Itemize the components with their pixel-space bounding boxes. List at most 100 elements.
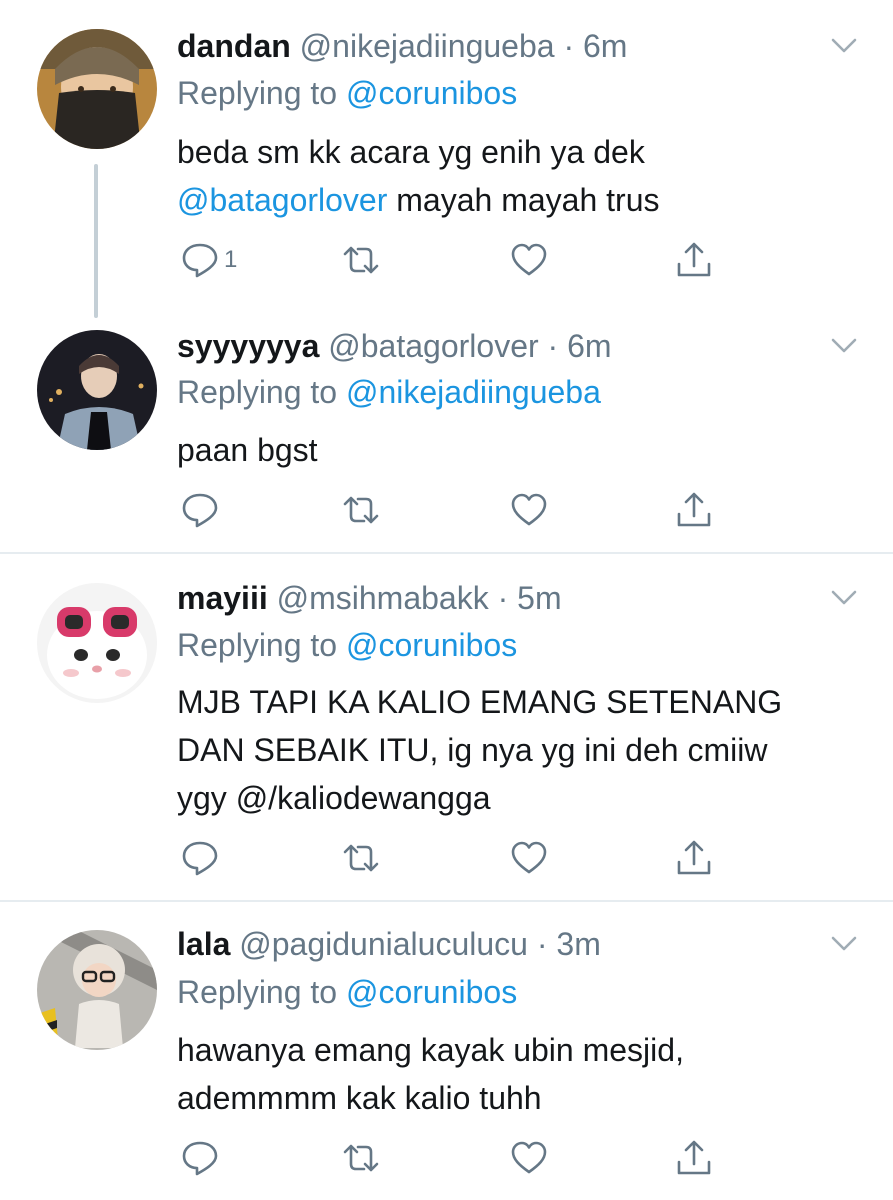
retweet-icon <box>343 496 379 524</box>
reply-icon <box>182 243 218 278</box>
tweet-actions <box>177 1136 737 1180</box>
tweet-text-line: beda sm kk acara yg enih ya dek <box>177 134 645 170</box>
tweet-header: syyyyyya @batagorlover · 6m <box>177 326 612 366</box>
replying-prefix: Replying to <box>177 75 338 111</box>
tweet-text-line: @batagorlover mayah mayah trus <box>177 176 857 224</box>
share-icon <box>677 492 711 527</box>
separator-dot: · <box>563 28 575 64</box>
replying-prefix: Replying to <box>177 627 338 663</box>
retweet-button[interactable] <box>341 238 381 282</box>
chevron-down-icon[interactable] <box>831 936 857 952</box>
reply-button[interactable] <box>180 1136 220 1180</box>
tweet-3[interactable]: mayiii @msihmabakk · 5m Replying to @cor… <box>0 554 893 900</box>
user-handle[interactable]: @batagorlover <box>328 328 538 364</box>
avatar[interactable] <box>37 930 157 1050</box>
reply-button[interactable]: 1 <box>180 238 237 282</box>
retweet-icon <box>343 1144 379 1172</box>
share-icon <box>677 840 711 875</box>
mention-link[interactable]: @batagorlover <box>177 182 387 218</box>
like-button[interactable] <box>509 488 549 532</box>
like-button[interactable] <box>509 238 549 282</box>
tweet-actions: 1 <box>177 238 737 282</box>
separator-dot: · <box>497 580 509 616</box>
avatar-syyyyyya <box>37 330 157 450</box>
tweet-text: paan bgst <box>177 426 857 474</box>
avatar[interactable] <box>37 583 157 703</box>
heart-icon <box>511 493 547 526</box>
retweet-button[interactable] <box>341 488 381 532</box>
retweet-button[interactable] <box>341 836 381 880</box>
replying-to: Replying to @nikejadiingueba <box>177 372 601 412</box>
chevron-down-icon[interactable] <box>831 590 857 606</box>
share-icon <box>677 242 711 277</box>
replying-prefix: Replying to <box>177 374 338 410</box>
like-button[interactable] <box>509 836 549 880</box>
heart-icon <box>511 1141 547 1174</box>
tweet-actions <box>177 488 737 532</box>
heart-icon <box>511 243 547 276</box>
replying-mention[interactable]: @corunibos <box>346 627 517 663</box>
tweet-actions <box>177 836 737 880</box>
retweet-button[interactable] <box>341 1136 381 1180</box>
display-name[interactable]: syyyyyya <box>177 328 319 364</box>
separator-dot: · <box>547 328 559 364</box>
avatar[interactable] <box>37 29 157 149</box>
avatar-lala <box>37 930 157 1050</box>
tweet-text-line: DAN SEBAIK ITU, ig nya yg ini deh cmiiw <box>177 732 768 768</box>
retweet-icon <box>343 844 379 872</box>
share-button[interactable] <box>674 836 714 880</box>
user-handle[interactable]: @msihmabakk <box>277 580 489 616</box>
replying-to: Replying to @corunibos <box>177 73 517 113</box>
reply-button[interactable] <box>180 488 220 532</box>
tweet-text-line: ademmmm kak kalio tuhh <box>177 1080 542 1116</box>
tweet-text: MJB TAPI KA KALIO EMANG SETENANG DAN SEB… <box>177 678 857 822</box>
timestamp[interactable]: 6m <box>567 328 611 364</box>
timestamp[interactable]: 3m <box>556 926 600 962</box>
share-button[interactable] <box>674 238 714 282</box>
user-handle[interactable]: @pagidunialuculucu <box>239 926 528 962</box>
chevron-down-icon[interactable] <box>831 38 857 54</box>
separator-dot: · <box>536 926 548 962</box>
retweet-icon <box>343 246 379 274</box>
share-icon <box>677 1140 711 1175</box>
tweet-text-fragment: mayah mayah trus <box>387 182 660 218</box>
timestamp[interactable]: 6m <box>583 28 627 64</box>
tweet-text-line: paan bgst <box>177 432 318 468</box>
replying-to: Replying to @corunibos <box>177 625 517 665</box>
like-button[interactable] <box>509 1136 549 1180</box>
reply-icon <box>182 1141 218 1176</box>
tweet-2[interactable]: syyyyyya @batagorlover · 6m Replying to … <box>0 320 893 552</box>
tweet-text-line: ygy @/kaliodewangga <box>177 780 491 816</box>
reply-icon <box>182 841 218 876</box>
reply-button[interactable] <box>180 836 220 880</box>
reply-icon <box>182 493 218 528</box>
tweet-text: beda sm kk acara yg enih ya dek @batagor… <box>177 128 857 224</box>
replying-mention[interactable]: @nikejadiingueba <box>346 374 601 410</box>
display-name[interactable]: lala <box>177 926 230 962</box>
tweet-text: hawanya emang kayak ubin mesjid, ademmmm… <box>177 1026 857 1122</box>
replying-mention[interactable]: @corunibos <box>346 75 517 111</box>
replying-mention[interactable]: @corunibos <box>346 974 517 1010</box>
avatar-mayiii <box>37 583 157 703</box>
display-name[interactable]: mayiii <box>177 580 268 616</box>
tweet-header: lala @pagidunialuculucu · 3m <box>177 924 601 964</box>
heart-icon <box>511 841 547 874</box>
avatar[interactable] <box>37 330 157 450</box>
reply-count: 1 <box>224 246 238 273</box>
tweet-text-line: hawanya emang kayak ubin mesjid, <box>177 1032 684 1068</box>
replying-to: Replying to @corunibos <box>177 972 517 1012</box>
chevron-down-icon[interactable] <box>831 338 857 354</box>
avatar-dandan <box>37 29 157 149</box>
share-button[interactable] <box>674 488 714 532</box>
tweet-header: dandan @nikejadiingueba · 6m <box>177 26 627 66</box>
display-name[interactable]: dandan <box>177 28 291 64</box>
tweet-text-line: MJB TAPI KA KALIO EMANG SETENANG <box>177 684 783 720</box>
user-handle[interactable]: @nikejadiingueba <box>300 28 555 64</box>
timestamp[interactable]: 5m <box>517 580 561 616</box>
tweet-header: mayiii @msihmabakk · 5m <box>177 578 562 618</box>
thread-connector <box>94 164 98 318</box>
tweet-1[interactable]: dandan @nikejadiingueba · 6m Replying to… <box>0 0 893 320</box>
replying-prefix: Replying to <box>177 974 338 1010</box>
tweet-4[interactable]: lala @pagidunialuculucu · 3m Replying to… <box>0 902 893 1200</box>
share-button[interactable] <box>674 1136 714 1180</box>
